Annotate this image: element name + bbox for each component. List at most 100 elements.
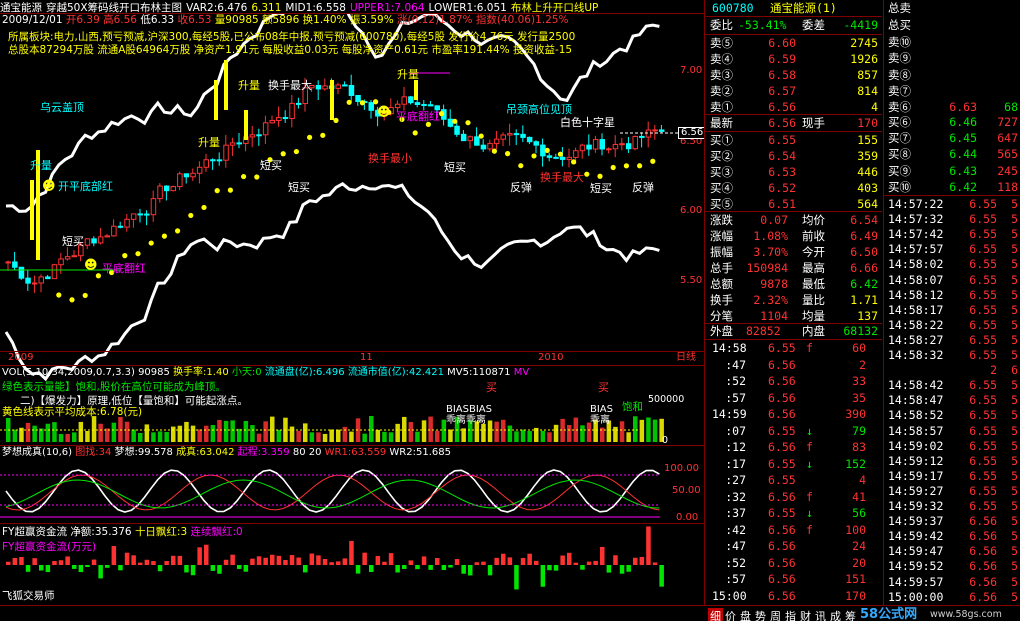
trade-detail-row[interactable]: 14:57:22 6.55 5	[884, 196, 1020, 212]
deep-sell-row[interactable]: 卖⑥ 6.63 68	[884, 99, 1020, 115]
tick-row[interactable]: :57 6.56 151	[706, 571, 882, 588]
volume-bar	[646, 417, 651, 442]
trade-detail-row[interactable]: 14:58:07 6.55 5	[884, 272, 1020, 288]
trade-detail-row[interactable]: 14:59:17 6.55 5	[884, 468, 1020, 484]
volume-bar	[276, 429, 282, 442]
trade-detail-row[interactable]: 14:58:42 6.55 5	[884, 377, 1020, 393]
volume-bar	[25, 422, 31, 442]
trade-detail-row[interactable]: 14:59:52 6.56 5	[884, 558, 1020, 574]
tick-row[interactable]: :52 6.56 20	[706, 555, 882, 572]
kdj-title[interactable]: 梦想成真(10,6)	[2, 447, 72, 458]
trade-time: 14:57:22	[888, 197, 944, 211]
buy-level-row[interactable]: 买③ 6.53 446	[706, 164, 882, 180]
buy-level-row[interactable]: 买④ 6.52 403	[706, 180, 882, 196]
trade-detail-row[interactable]: 14:59:12 6.55 5	[884, 453, 1020, 469]
fund-title[interactable]: FY超赢资金流	[2, 526, 67, 538]
bar-amplitude: 振3.59%	[349, 14, 394, 26]
deep-sell-row[interactable]: 卖⑦	[884, 83, 1020, 99]
tick-volume: 56	[852, 506, 866, 520]
deep-buy-row[interactable]: 买⑦ 6.45 647	[884, 130, 1020, 146]
trade-detail-row[interactable]: 14:58:32 6.55 5	[884, 347, 1020, 363]
trade-detail-row[interactable]: 14:58:22 6.55 5	[884, 317, 1020, 333]
tick-row[interactable]: :07 6.55 ↓ 79	[706, 423, 882, 440]
volume-bar	[263, 421, 268, 442]
trade-detail-row[interactable]: 14:59:57 6.56 5	[884, 574, 1020, 590]
author-label: 飞狐交易师	[2, 590, 55, 602]
bottom-tab[interactable]: 细	[708, 608, 723, 621]
buy-level-row[interactable]: 买① 6.55 155	[706, 132, 882, 148]
chart-area[interactable]: 通宝能源 穿越50X筹码线开口布林主图 VAR2:6.476 6.311 MID1:6.…	[0, 0, 705, 605]
period-tag[interactable]: 日线	[676, 353, 696, 363]
trade-detail-row[interactable]: 14:58:57 6.55 5	[884, 423, 1020, 439]
bottom-tab[interactable]: 成	[828, 608, 843, 621]
bottom-tab[interactable]: 指	[783, 608, 798, 621]
trade-detail-row[interactable]: 14:59:42 6.56 5	[884, 528, 1020, 544]
tick-row[interactable]: :12 6.56 f 83	[706, 439, 882, 456]
bottom-tab[interactable]: 价	[723, 608, 738, 621]
fund-bar	[448, 565, 453, 568]
trade-detail-row[interactable]: 14:58:12 6.55 5	[884, 287, 1020, 303]
tick-row[interactable]: :47 6.56 2	[706, 357, 882, 374]
x-axis-11: 11	[360, 352, 373, 363]
sell-level-label: 卖③	[710, 68, 733, 82]
vol-title[interactable]: VOL(5,10,34,2009,0.7,3.3)	[2, 367, 135, 378]
deep-sell-row[interactable]: 卖⑨	[884, 50, 1020, 66]
tick-row[interactable]: 15:00 6.56 170	[706, 588, 882, 605]
trade-detail-row[interactable]: 14:58:27 6.55 5	[884, 332, 1020, 348]
candle-body	[546, 155, 553, 158]
trade-detail-row[interactable]: 14:58:52 6.55 5	[884, 407, 1020, 423]
tick-row[interactable]: :27 6.55 4	[706, 472, 882, 489]
tick-row[interactable]: 14:58 6.55 f 60	[706, 340, 882, 357]
trade-detail-row[interactable]: 14:57:57 6.55 5	[884, 241, 1020, 257]
volume-bar	[217, 419, 222, 442]
tick-row[interactable]: :57 6.56 35	[706, 390, 882, 407]
trade-detail-row[interactable]: 15:00:00 6.56 5	[884, 589, 1020, 605]
trade-detail-row[interactable]: 14:59:37 6.56 5	[884, 513, 1020, 529]
kline-canvas[interactable]	[0, 0, 705, 605]
trade-detail-row[interactable]: 14:58:47 6.55 5	[884, 392, 1020, 408]
bottom-tab[interactable]: 势	[753, 608, 768, 621]
tick-row[interactable]: :52 6.56 33	[706, 373, 882, 390]
trade-detail-row[interactable]: 14:58:02 6.55 5	[884, 256, 1020, 272]
candle-body	[282, 117, 289, 120]
buy-level-row[interactable]: 买② 6.54 359	[706, 148, 882, 164]
buy-level-row[interactable]: 买⑤ 6.51 564	[706, 196, 882, 212]
trade-detail-row[interactable]: 14:57:42 6.55 5	[884, 226, 1020, 242]
deep-sell-row[interactable]: 卖⑩	[884, 34, 1020, 50]
bottom-tab[interactable]: 筹	[843, 608, 858, 621]
tick-row[interactable]: :32 6.56 f 41	[706, 489, 882, 506]
bottom-tab[interactable]: 盘	[738, 608, 753, 621]
bottom-tab[interactable]: 讯	[813, 608, 828, 621]
trade-detail-row[interactable]: 14:59:32 6.55 5	[884, 498, 1020, 514]
trade-detail-row[interactable]: 14:59:02 6.55 5	[884, 438, 1020, 454]
tick-row[interactable]: :42 6.56 f 100	[706, 522, 882, 539]
sell-level-row[interactable]: 卖③ 6.58 857	[706, 67, 882, 83]
tick-row[interactable]: :37 6.55 ↓ 56	[706, 505, 882, 522]
deep-buy-row[interactable]: 买⑨ 6.43 245	[884, 163, 1020, 179]
bottom-tab[interactable]: 财	[798, 608, 813, 621]
kdj-20: 20	[308, 447, 322, 458]
volume-bar	[408, 422, 414, 442]
trade-detail-row[interactable]: 14:58:17 6.55 5	[884, 302, 1020, 318]
sell-level-row[interactable]: 卖① 6.56 4	[706, 99, 882, 115]
fund-bar	[204, 544, 209, 565]
deep-buy-row[interactable]: 买⑧ 6.44 565	[884, 146, 1020, 162]
tick-row[interactable]: :47 6.56 24	[706, 538, 882, 555]
trade-detail-row[interactable]: 26	[884, 362, 1020, 378]
fund-bar	[91, 559, 97, 565]
deep-sell-row[interactable]: 卖⑧	[884, 67, 1020, 83]
volume-bar	[309, 432, 315, 442]
sell-level-row[interactable]: 卖② 6.57 814	[706, 83, 882, 99]
deep-buy-row[interactable]: 买⑥ 6.46 727	[884, 114, 1020, 130]
tick-row[interactable]: :17 6.55 ↓ 152	[706, 456, 882, 473]
trade-detail-row[interactable]: 14:59:47 6.56 5	[884, 543, 1020, 559]
tick-row[interactable]: 14:59 6.56 390	[706, 406, 882, 423]
sell-level-row[interactable]: 卖⑤ 6.60 2745	[706, 35, 882, 51]
candle-body	[84, 238, 91, 246]
indicator-name[interactable]: 穿越50X筹码线开口布林主图	[46, 2, 182, 14]
deep-buy-row[interactable]: 买⑩ 6.42 118	[884, 179, 1020, 195]
trade-detail-row[interactable]: 14:57:32 6.55 5	[884, 211, 1020, 227]
bottom-tab[interactable]: 周	[768, 608, 783, 621]
sell-level-row[interactable]: 卖④ 6.59 1926	[706, 51, 882, 67]
trade-detail-row[interactable]: 14:59:27 6.55 5	[884, 483, 1020, 499]
